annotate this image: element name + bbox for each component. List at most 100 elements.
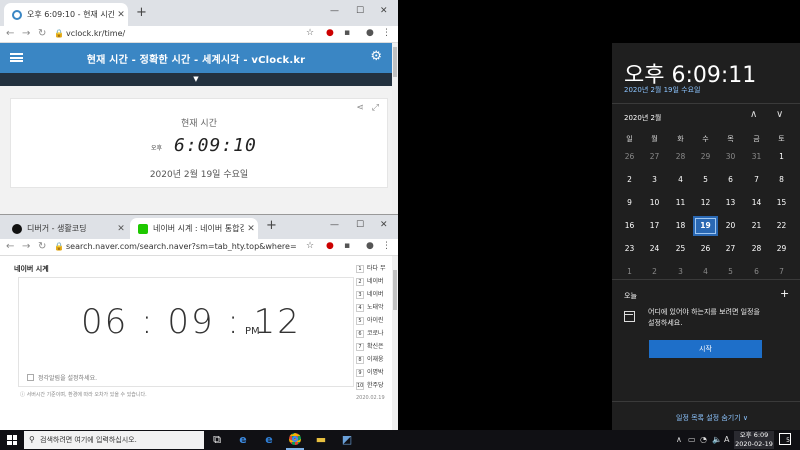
calendar-day[interactable]: 21 (744, 216, 769, 236)
ime-indicator[interactable]: A (724, 435, 729, 444)
ranking-item[interactable]: 7 확신은 (356, 341, 384, 351)
calendar-day[interactable]: 31 (744, 147, 769, 167)
calendar-day[interactable]: 25 (668, 239, 693, 259)
calendar-day[interactable]: 8 (769, 170, 794, 190)
maximize-button[interactable]: ☐ (356, 6, 364, 16)
alarm-setting[interactable]: 정각알림을 설정하세요. (27, 373, 97, 382)
ranking-item[interactable]: 3 네이버 (356, 289, 384, 299)
calendar-day[interactable]: 13 (718, 193, 743, 213)
calendar-day[interactable]: 2 (617, 170, 642, 190)
alarm-checkbox[interactable] (27, 374, 34, 381)
start-button[interactable]: 시작 (649, 340, 762, 358)
lock-icon[interactable]: 🔒 (54, 242, 64, 251)
ranking-item[interactable]: 10 한주당 (356, 380, 384, 390)
calendar-day[interactable]: 27 (642, 147, 667, 167)
calendar-day[interactable]: 24 (642, 239, 667, 259)
expand-chevron-icon[interactable]: ▼ (0, 73, 392, 86)
close-tab-icon[interactable]: ✕ (114, 224, 128, 234)
edge-icon[interactable]: e (262, 433, 276, 447)
ranking-item[interactable]: 9 이명박 (356, 367, 384, 377)
scrollbar[interactable] (392, 256, 398, 430)
internet-explorer-icon[interactable]: e (236, 433, 250, 447)
calendar-month-label[interactable]: 2020년 2월 (624, 113, 661, 123)
calendar-day[interactable]: 6 (718, 170, 743, 190)
calendar-day[interactable]: 5 (718, 262, 743, 282)
flyout-date-link[interactable]: 2020년 2월 19일 수요일 (624, 85, 701, 95)
bookmark-star-icon[interactable]: ☆ (306, 28, 314, 38)
calendar-day[interactable]: 17 (642, 216, 667, 236)
calendar-day[interactable]: 27 (718, 239, 743, 259)
scrollbar-thumb[interactable] (393, 47, 397, 77)
extension-box-icon[interactable]: ▪ (344, 28, 350, 38)
calendar-day[interactable]: 18 (668, 216, 693, 236)
extension-icon[interactable]: ● (326, 241, 334, 251)
calendar-day[interactable]: 3 (642, 170, 667, 190)
bookmark-star-icon[interactable]: ☆ (306, 241, 314, 251)
calendar-day[interactable]: 5 (693, 170, 718, 190)
tab-naver-clock[interactable]: 네이버 시계 : 네이버 통합검색 ✕ (130, 218, 258, 239)
next-month-chevron-icon[interactable]: ∨ (776, 109, 783, 120)
forward-icon[interactable]: → (22, 28, 30, 39)
lock-icon[interactable]: 🔒 (54, 29, 64, 38)
ranking-item[interactable]: 5 아이린 (356, 315, 384, 325)
calendar-day[interactable]: 26 (617, 147, 642, 167)
profile-icon[interactable]: ● (366, 28, 374, 38)
url-field[interactable]: search.naver.com/search.naver?sm=tab_hty… (66, 242, 296, 251)
app-icon[interactable]: ◩ (340, 433, 354, 447)
new-tab-button[interactable]: + (136, 5, 147, 20)
reload-icon[interactable]: ↻ (38, 28, 46, 39)
calendar-day[interactable]: 4 (668, 170, 693, 190)
ranking-item[interactable]: 8 이재웅 (356, 354, 384, 364)
calendar-day[interactable]: 23 (617, 239, 642, 259)
calendar-day[interactable]: 29 (693, 147, 718, 167)
calendar-day[interactable]: 7 (744, 170, 769, 190)
calendar-day[interactable]: 22 (769, 216, 794, 236)
ranking-item[interactable]: 1 타다 무 (356, 263, 385, 273)
menu-dots-icon[interactable]: ⋮ (382, 28, 391, 38)
calendar-day[interactable]: 19 (693, 216, 718, 236)
battery-icon[interactable]: ▭ (688, 435, 696, 444)
close-window-button[interactable]: ✕ (380, 220, 388, 230)
new-tab-button[interactable]: + (266, 218, 277, 233)
action-center-icon[interactable]: 5 (779, 433, 791, 445)
calendar-day[interactable]: 16 (617, 216, 642, 236)
calendar-day[interactable]: 7 (769, 262, 794, 282)
minimize-button[interactable]: — (330, 220, 339, 230)
ranking-item[interactable]: 2 네이버 (356, 276, 384, 286)
url-field[interactable]: vclock.kr/time/ (66, 29, 125, 38)
volume-icon[interactable]: 🔈 (712, 435, 722, 444)
reload-icon[interactable]: ↻ (38, 241, 46, 252)
ranking-item[interactable]: 6 코로나 (356, 328, 384, 338)
extension-icon[interactable]: ● (326, 28, 334, 38)
calendar-day[interactable]: 30 (718, 147, 743, 167)
settings-gear-icon[interactable]: ⚙ (370, 49, 382, 64)
calendar-day[interactable]: 26 (693, 239, 718, 259)
close-window-button[interactable]: ✕ (380, 6, 388, 16)
ranking-item[interactable]: 4 노태악 (356, 302, 384, 312)
calendar-day[interactable]: 9 (617, 193, 642, 213)
file-explorer-icon[interactable]: ▬ (314, 433, 328, 447)
share-icon[interactable]: ⋖ (356, 103, 364, 113)
menu-dots-icon[interactable]: ⋮ (382, 241, 391, 251)
scrollbar-thumb[interactable] (393, 270, 397, 310)
extension-box-icon[interactable]: ▪ (344, 241, 350, 251)
chrome-icon[interactable] (286, 433, 304, 450)
calendar-day[interactable]: 1 (617, 262, 642, 282)
calendar-day[interactable]: 12 (693, 193, 718, 213)
windows-start-icon[interactable] (7, 435, 17, 445)
calendar-day[interactable]: 4 (693, 262, 718, 282)
calendar-day[interactable]: 11 (668, 193, 693, 213)
calendar-day[interactable]: 14 (744, 193, 769, 213)
show-hidden-icons-chevron-icon[interactable]: ∧ (676, 435, 682, 444)
close-tab-icon[interactable]: ✕ (114, 10, 128, 20)
calendar-day[interactable]: 10 (642, 193, 667, 213)
task-view-icon[interactable]: ⧉ (210, 433, 224, 447)
close-tab-icon[interactable]: ✕ (244, 224, 258, 234)
tab-vclock[interactable]: 오후 6:09:10 - 현재 시간 ✕ (4, 3, 128, 26)
calendar-day[interactable]: 1 (769, 147, 794, 167)
calendar-day[interactable]: 20 (718, 216, 743, 236)
calendar-day[interactable]: 2 (642, 262, 667, 282)
calendar-day[interactable]: 15 (769, 193, 794, 213)
calendar-day[interactable]: 3 (668, 262, 693, 282)
minimize-button[interactable]: — (330, 6, 339, 16)
